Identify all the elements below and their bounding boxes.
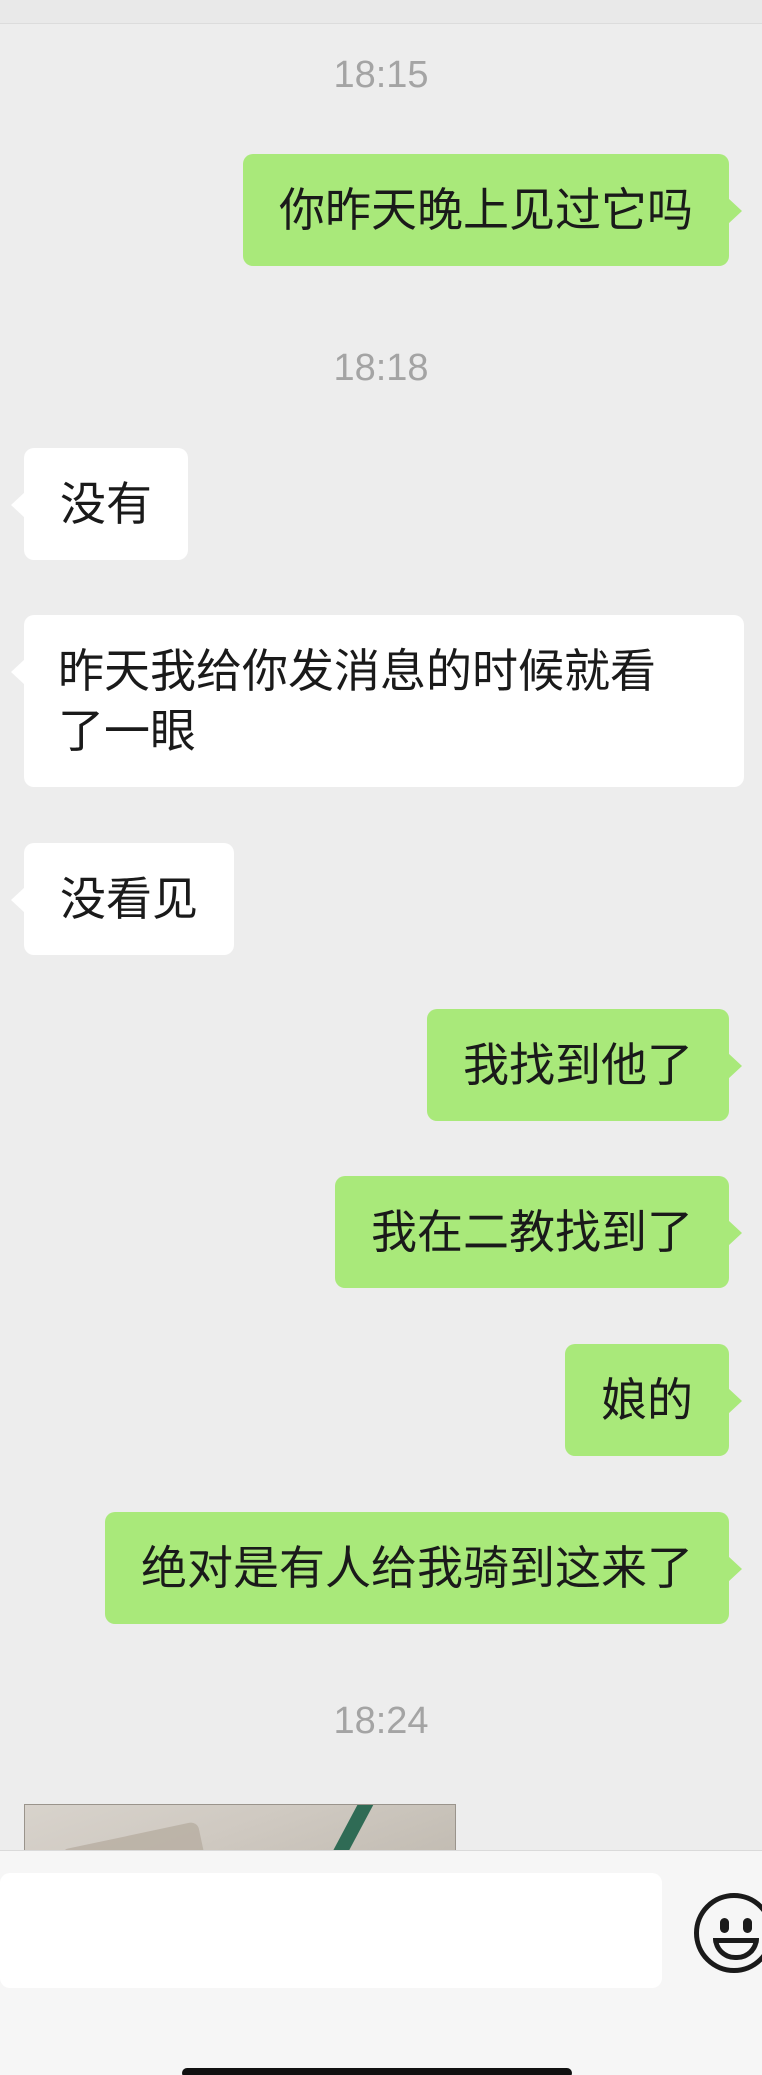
- home-indicator: [182, 2068, 572, 2075]
- photo-content: [60, 1821, 210, 1850]
- outgoing-message[interactable]: 娘的: [565, 1344, 742, 1456]
- outgoing-message[interactable]: 绝对是有人给我骑到这来了: [105, 1512, 742, 1624]
- outgoing-message[interactable]: 我找到他了: [427, 1009, 742, 1121]
- emoji-eye: [743, 1918, 752, 1933]
- image-message[interactable]: [24, 1804, 456, 1850]
- message-input[interactable]: [0, 1873, 662, 1988]
- incoming-message[interactable]: 没看见: [11, 843, 234, 955]
- chat-message-list[interactable]: 18:15 你昨天晚上见过它吗 18:18 没有 昨天我给你发消息的时候就看 了…: [0, 24, 762, 1850]
- photo-content: [324, 1805, 380, 1850]
- emoji-mouth: [713, 1938, 759, 1960]
- message-line: 昨天我给你发消息的时候就看: [58, 644, 656, 698]
- input-bar: [0, 1850, 762, 2075]
- timestamp: 18:24: [333, 1700, 429, 1742]
- incoming-message[interactable]: 昨天我给你发消息的时候就看 了一眼: [11, 615, 744, 787]
- emoji-face-icon[interactable]: [694, 1893, 762, 1973]
- emoji-eye: [720, 1918, 729, 1933]
- incoming-message[interactable]: 没有: [11, 448, 188, 560]
- outgoing-message[interactable]: 你昨天晚上见过它吗: [243, 154, 742, 266]
- message-line: 了一眼: [58, 704, 196, 758]
- outgoing-message[interactable]: 我在二教找到了: [335, 1176, 742, 1288]
- timestamp: 18:18: [333, 347, 429, 389]
- timestamp: 18:15: [333, 54, 429, 96]
- top-bar-edge: [0, 0, 762, 24]
